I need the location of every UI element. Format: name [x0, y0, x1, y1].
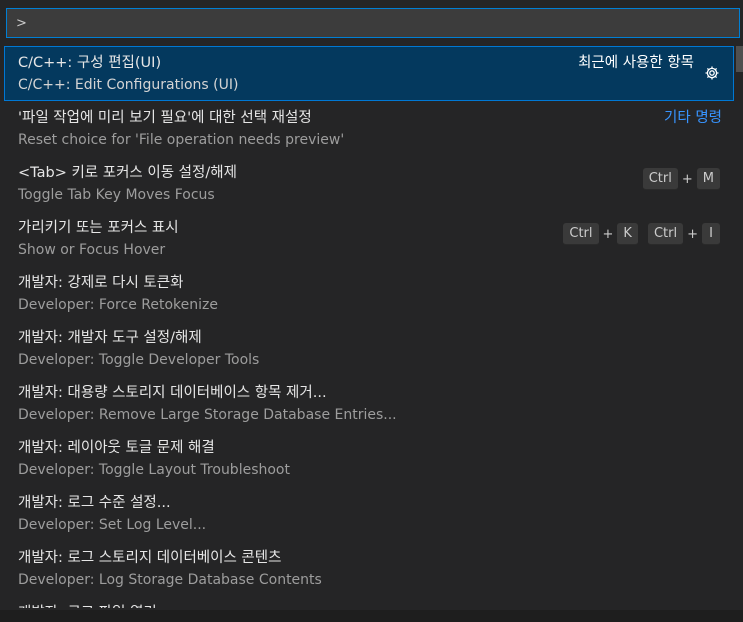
command-label: 개발자: 로그 스토리지 데이터베이스 콘텐츠 [18, 550, 282, 566]
scrollbar-thumb[interactable] [736, 46, 743, 72]
command-detail: Developer: Log Storage Database Contents [18, 572, 322, 588]
command-detail: C/C++: Edit Configurations (UI) [18, 77, 239, 93]
command-item[interactable]: 가리키기 또는 포커스 표시 Show or Focus Hover Ctrl + K C… [4, 211, 734, 266]
command-detail: Developer: Set Log Level... [18, 517, 207, 533]
command-label: 개발자: 강제로 다시 토큰화 [18, 275, 184, 291]
command-item[interactable]: <Tab> 키로 포커스 이동 설정/해제 Toggle Tab Key Move… [4, 156, 734, 211]
command-detail: Reset choice for 'File operation needs p… [18, 132, 345, 148]
command-label: 개발자: 로그 파일 열기... [18, 601, 171, 608]
command-item[interactable]: 개발자: 로그 파일 열기... [4, 596, 734, 608]
key-cap: K [617, 223, 638, 245]
key-cap: I [702, 223, 720, 245]
command-label: <Tab> 키로 포커스 이동 설정/해제 [18, 165, 237, 181]
key-cap: Ctrl [563, 223, 599, 245]
command-item[interactable]: 개발자: 강제로 다시 토큰화 Developer: Force Retokeni… [4, 266, 734, 321]
command-detail: Developer: Remove Large Storage Database… [18, 407, 397, 423]
command-detail: Show or Focus Hover [18, 242, 166, 258]
command-item[interactable]: 개발자: 대용량 스토리지 데이터베이스 항목 제거... Developer: … [4, 376, 734, 431]
key-plus: + [602, 226, 614, 242]
command-detail: Developer: Toggle Developer Tools [18, 352, 260, 368]
key-cap: Ctrl [647, 223, 684, 245]
command-item[interactable]: 개발자: 레이아웃 토글 문제 해결 Developer: Toggle Layo… [4, 431, 734, 486]
command-label: C/C++: 구성 편집(UI) [18, 55, 162, 71]
key-cap: M [696, 168, 720, 190]
command-label: 개발자: 로그 수준 설정... [18, 495, 171, 511]
command-palette: C/C++: 구성 편집(UI) C/C++: Edit Configuratio… [0, 0, 743, 622]
key-plus: + [687, 226, 698, 242]
command-label: '파일 작업에 미리 보기 필요'에 대한 선택 재설정 [18, 110, 312, 126]
command-item[interactable]: C/C++: 구성 편집(UI) C/C++: Edit Configuratio… [4, 46, 734, 101]
command-input[interactable] [7, 9, 739, 37]
command-item[interactable]: 개발자: 개발자 도구 설정/해제 Developer: Toggle Devel… [4, 321, 734, 376]
command-group-label: 기타 명령 [664, 110, 722, 126]
key-plus: + [681, 171, 693, 187]
command-label: 가리키기 또는 포커스 표시 [18, 220, 179, 236]
command-detail: Developer: Force Retokenize [18, 297, 218, 313]
bottom-bar [0, 610, 743, 622]
command-list[interactable]: C/C++: 구성 편집(UI) C/C++: Edit Configuratio… [4, 46, 734, 608]
command-item[interactable]: 개발자: 로그 스토리지 데이터베이스 콘텐츠 Developer: Log St… [4, 541, 734, 596]
command-item[interactable]: 개발자: 로그 수준 설정... Developer: Set Log Level… [4, 486, 734, 541]
keybinding: Ctrl + K Ctrl + I [563, 223, 720, 245]
command-label: 개발자: 개발자 도구 설정/해제 [18, 330, 202, 346]
command-item[interactable]: '파일 작업에 미리 보기 필요'에 대한 선택 재설정 Reset choice… [4, 101, 734, 156]
command-label: 개발자: 레이아웃 토글 문제 해결 [18, 440, 215, 456]
scrollbar[interactable] [736, 46, 743, 608]
command-group-label: 최근에 사용한 항목 [578, 55, 694, 71]
gear-icon[interactable] [702, 63, 722, 83]
command-label: 개발자: 대용량 스토리지 데이터베이스 항목 제거... [18, 385, 327, 401]
key-cap: Ctrl [642, 168, 678, 190]
keybinding: Ctrl + M [642, 168, 720, 190]
command-input-box[interactable] [6, 8, 740, 38]
command-detail: Developer: Toggle Layout Troubleshoot [18, 462, 290, 478]
command-detail: Toggle Tab Key Moves Focus [18, 187, 215, 203]
